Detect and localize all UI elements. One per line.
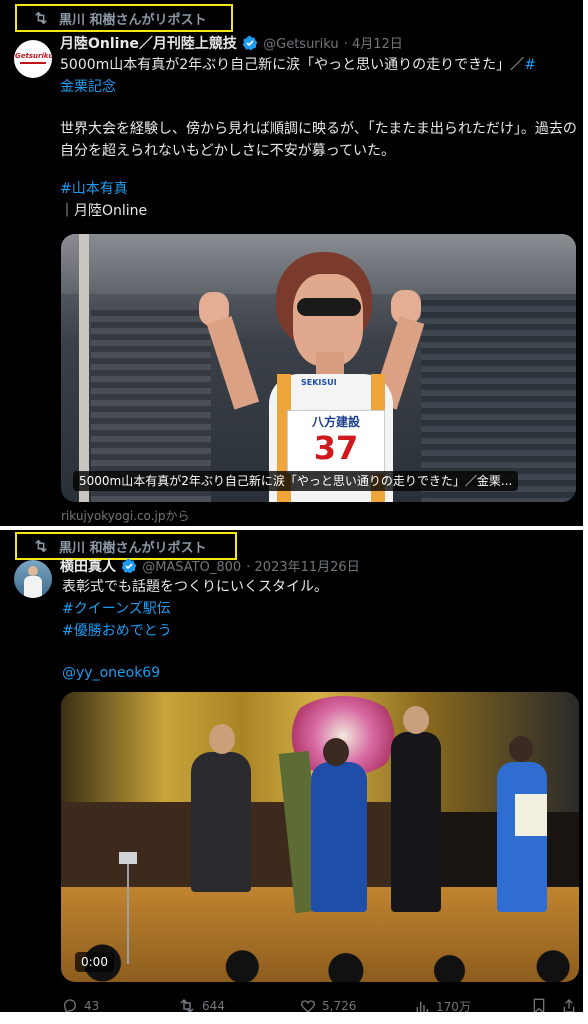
verified-icon [242,35,258,51]
author-handle[interactable]: @Getsuriku [263,37,339,52]
author-name[interactable]: 月陸Online／月刊陸上競技 [60,36,237,52]
mention-link[interactable]: @yy_oneok69 [62,662,160,684]
repost-icon [33,11,49,25]
retweet-banner[interactable]: 黒川 和樹さんがリポスト [15,4,233,32]
avatar-logo-stripe [20,62,46,64]
audience-silhouettes [61,944,579,982]
tweet-date[interactable]: · 2023年11月26日 [246,560,359,575]
video-timestamp: 0:00 [75,952,114,972]
person-head-blue-right [509,736,533,762]
bib-sponsor: 八方建設 [311,415,360,429]
verified-icon [121,558,137,574]
person-head-left [209,724,235,754]
tweet-divider [0,526,588,530]
avatar[interactable]: Getsuriku [14,40,52,78]
reply-count: 43 [84,999,100,1013]
tweet-text: 表彰式でも話題をつくりにいくスタイル。 [62,579,328,595]
tweet-header: 月陸Online／月刊陸上競技 @Getsuriku · 4月12日 [60,33,580,53]
tweet-paragraph: 世界大会を経験し、傍から見れば順調に映るが、「たまたま出られただけ」。過去の自分… [60,121,577,159]
headline-text: 5000m山本有真が2年ぶり自己新に涙「やっと思い通りの走りできた」／ [60,57,525,73]
hashtag-link-kanakuri[interactable]: 金栗記念 [60,79,116,95]
person-blue-jacket [311,762,367,912]
card-caption: 5000m山本有真が2年ぶり自己新に涙「やっと思い通りの走りできた」／金栗... [73,471,519,491]
repost-count: 644 [202,999,225,1013]
tweet-headline: 5000m山本有真が2年ぶり自己新に涙「やっと思い通りの走りできた」／# 金栗記… [60,54,582,98]
retweet-label: 黒川 和樹さんがリポスト [59,12,207,28]
hashtag-link[interactable]: # [524,57,536,73]
source-line: ｜月陸Online [60,203,148,219]
avatar-person-body [24,576,42,598]
race-bib: 八方建設 37 [287,410,385,474]
shirt-brand: SEKISUI [301,378,337,387]
tweet-date[interactable]: · 4月12日 [344,37,403,52]
runner-sunglasses [297,298,361,316]
video-player[interactable]: 0:00 [61,692,579,982]
avatar-person-head [28,566,38,576]
bib-number: 37 [313,429,359,467]
pole [79,234,89,502]
person-suit-right [391,732,441,912]
hashtag-congrats[interactable]: #優勝おめでとう [62,620,172,642]
runner-left-arm [206,315,260,410]
retweet-label: 黒川 和樹さんがリポスト [59,540,207,556]
certificate [515,794,547,836]
hashtag-queens-ekiden[interactable]: #クイーンズ駅伝 [62,598,171,620]
person-head-blue [323,738,349,766]
bottom-edge [0,1012,588,1024]
author-handle[interactable]: @MASATO_800 [142,560,241,575]
tweet-header: 横田真人 @MASATO_800 · 2023年11月26日 [60,556,580,576]
hashtag-yamamoto[interactable]: #山本有真 [60,178,128,200]
card-domain[interactable]: rikujyokyogi.co.jpから [61,507,189,524]
author-name[interactable]: 横田真人 [60,559,116,575]
person-suit-left [191,752,251,892]
right-edge [583,0,588,1024]
avatar-logo-text: Getsuriku [15,52,52,60]
like-count: 5,726 [322,999,357,1013]
repost-icon [33,539,49,553]
person-head-right [403,706,429,734]
camera [119,852,137,864]
avatar[interactable] [14,560,52,598]
person-blue-right [497,762,547,912]
link-card[interactable]: SEKISUI 八方建設 37 5000m山本有真が2年ぶり自己新に涙「やっと思… [61,234,576,502]
